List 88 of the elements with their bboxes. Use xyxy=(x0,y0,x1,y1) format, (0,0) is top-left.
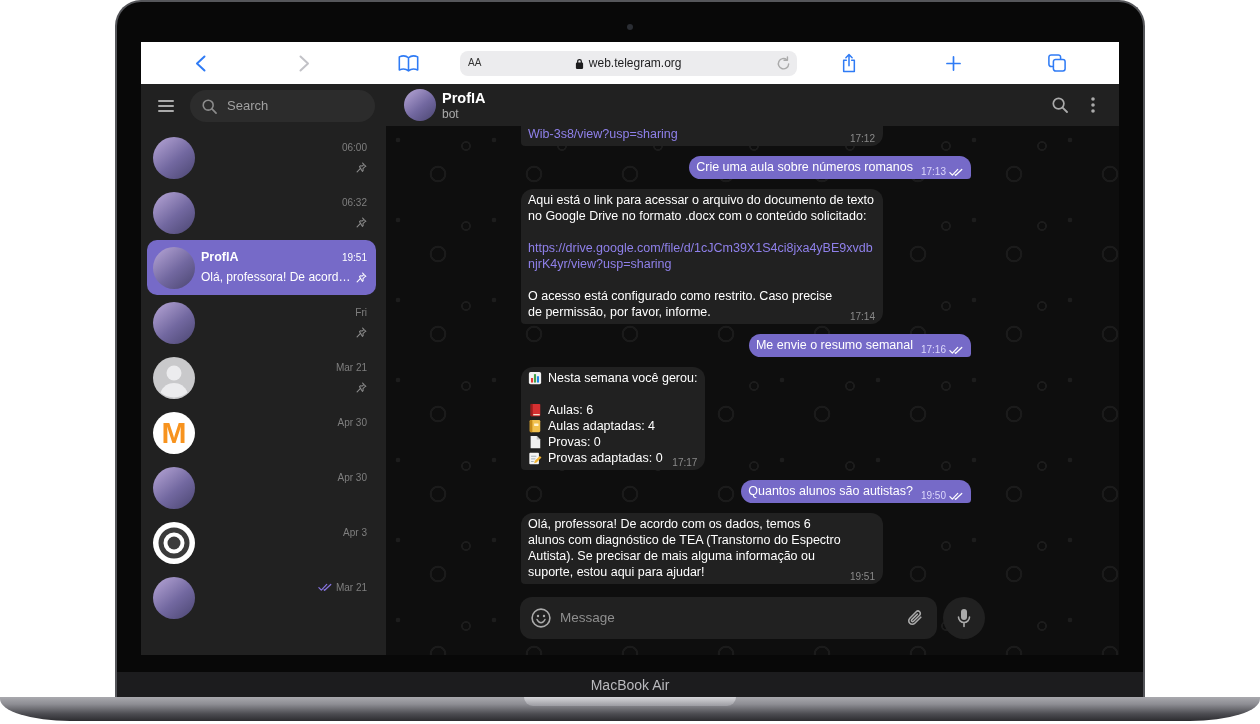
document-icon xyxy=(528,435,542,449)
message-time: 19:51 xyxy=(849,571,875,583)
message-time: 19:50 xyxy=(920,490,946,502)
chat-time: 19:51 xyxy=(341,251,367,264)
chat-time: Apr 30 xyxy=(337,471,367,484)
message-text: Quantos alunos são autistas? xyxy=(748,483,913,499)
avatar-placeholder xyxy=(153,576,195,619)
chat-list-item[interactable]: 06:00 xyxy=(147,130,376,185)
notebook-icon xyxy=(528,419,542,433)
avatar-placeholder xyxy=(153,136,195,179)
message-time: 17:13 xyxy=(920,166,946,178)
chat-time: Apr 30 xyxy=(337,416,367,429)
reader-button[interactable]: AA xyxy=(468,57,482,69)
more-icon xyxy=(1091,97,1095,113)
avatar-placeholder xyxy=(153,246,195,289)
message-link[interactable]: Wib-3s8/view?usp=sharing xyxy=(528,126,678,142)
mic-button[interactable] xyxy=(943,597,985,639)
list-item-text: Provas adaptadas: 0 xyxy=(548,450,663,466)
message-field[interactable]: Message xyxy=(520,597,937,639)
emoji-button[interactable] xyxy=(531,608,551,628)
chat-list-item[interactable]: 06:32 xyxy=(147,185,376,240)
bar-chart-icon xyxy=(528,371,542,385)
more-button[interactable] xyxy=(1091,97,1095,113)
avatar-placeholder xyxy=(153,466,195,509)
menu-icon xyxy=(158,100,174,112)
message-time: 17:16 xyxy=(920,344,946,356)
user-silhouette-icon xyxy=(153,356,195,399)
message-text: O acesso está configurado como restrito. Caso precise de permissão, por favor, informe. xyxy=(528,288,834,320)
avatar-placeholder xyxy=(153,301,195,344)
message-time: 17:12 xyxy=(849,133,875,145)
chevron-left-icon xyxy=(194,54,206,72)
chat-status: bot xyxy=(442,106,460,121)
attach-button[interactable] xyxy=(907,609,923,627)
chat-time: Fri xyxy=(355,306,367,319)
message-time: 17:14 xyxy=(849,311,875,323)
list-item-text: Provas: 0 xyxy=(548,434,601,450)
tabs-button[interactable] xyxy=(1045,51,1069,75)
plus-icon xyxy=(945,55,961,71)
menu-button[interactable] xyxy=(158,100,174,112)
chat-list-item[interactable]: Apr 30 xyxy=(147,460,376,515)
message-input[interactable]: Message xyxy=(560,609,898,627)
chat-time: 06:32 xyxy=(341,196,367,209)
chat-list-item[interactable]: Mar 21 xyxy=(147,350,376,405)
chat-list-item[interactable]: ProfIA 19:51 Olá, professora! De acord… xyxy=(147,240,376,295)
message-text: Me envie o resumo semanal xyxy=(755,337,913,353)
camera-dot-icon xyxy=(627,24,633,30)
lock-icon xyxy=(574,57,584,69)
chat-time: Mar 21 xyxy=(335,581,367,594)
list-item-text: Aulas: 6 xyxy=(548,402,594,418)
url-text: web.telegram.org xyxy=(588,56,682,70)
search-icon xyxy=(202,98,217,114)
chat-time: Mar 21 xyxy=(335,361,367,374)
avatar-placeholder xyxy=(153,191,195,234)
message-text: Olá, professora! De acordo com os dados, temos 6 alunos com diagnóstico de TEA (Transtorno do Espectro Autista). Se precisar de mais alguma informação ou suporte, estou aqui para ajudar! xyxy=(528,516,842,580)
memo-icon xyxy=(528,451,542,465)
open-book-icon xyxy=(397,54,419,72)
message-text: Aqui está o link para acessar o arquivo do documento de texto no Google Drive no formato .docx com o conteúdo solicitado: xyxy=(528,192,875,224)
chat-name: ProfIA xyxy=(201,250,239,265)
chat-list-item[interactable]: M Apr 30 xyxy=(147,405,376,460)
chat-title: ProfIA xyxy=(442,89,486,107)
book-icon xyxy=(528,403,542,417)
chat-list-item[interactable]: Fri xyxy=(147,295,376,350)
tabs-icon xyxy=(1048,54,1066,72)
chat-list-item[interactable]: Apr 3 xyxy=(147,515,376,570)
share-icon xyxy=(841,53,857,73)
search-icon xyxy=(1052,97,1068,113)
reload-icon xyxy=(775,55,791,71)
paperclip-icon xyxy=(907,609,923,627)
microphone-icon xyxy=(957,608,971,628)
message-time: 17:17 xyxy=(672,457,698,469)
avatar-placeholder xyxy=(404,89,436,121)
search-field[interactable]: Search xyxy=(190,90,375,122)
message-text: Crie uma aula sobre números romanos xyxy=(696,159,913,175)
smiley-icon xyxy=(531,608,551,628)
letter-avatar: M xyxy=(153,411,195,454)
message-link[interactable]: https://drive.google.com/file/d/1cJCm39X1S4ci8jxa4yBE9xvdbnjrK4yr/view?usp=sharing xyxy=(528,240,875,272)
search-button[interactable] xyxy=(1052,97,1068,113)
list-item-text: Aulas adaptadas: 4 xyxy=(548,418,656,434)
chat-time: Apr 3 xyxy=(343,526,367,539)
chat-preview: Olá, professora! De acord… xyxy=(201,270,351,285)
search-input[interactable]: Search xyxy=(227,98,363,114)
model-label: MacBook Air xyxy=(590,676,670,693)
chevron-right-icon xyxy=(298,54,310,72)
chat-time: 06:00 xyxy=(341,141,367,154)
ring-logo-icon xyxy=(153,521,195,564)
list-item-text: Nesta semana você gerou: xyxy=(548,370,698,386)
chat-list-item[interactable]: Mar 21 xyxy=(147,570,376,625)
address-bar[interactable]: AA web.telegram.org xyxy=(460,50,797,76)
